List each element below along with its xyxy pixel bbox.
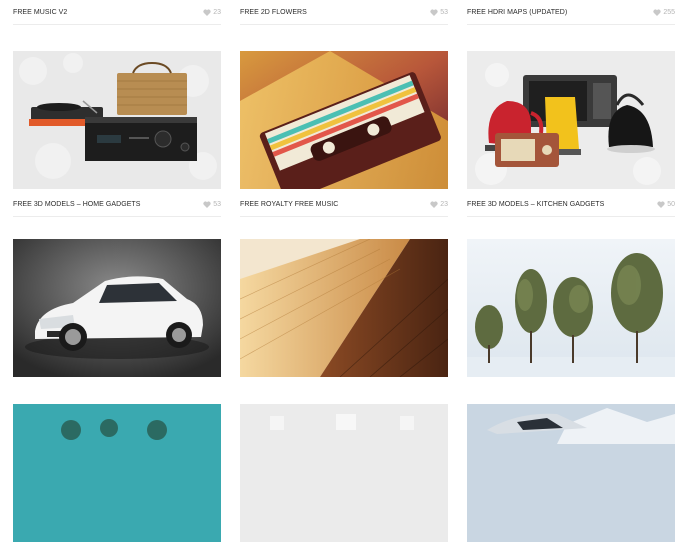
kitchen-gadgets-image[interactable] bbox=[467, 51, 675, 189]
divider bbox=[240, 216, 448, 217]
like-count: 23 bbox=[213, 8, 221, 16]
card-meta: FREE MUSIC V2 23 bbox=[13, 5, 221, 19]
card-meta: FREE 3D MODELS – HOME GADGETS 53 bbox=[13, 197, 221, 211]
like-button[interactable]: 50 bbox=[657, 201, 675, 208]
divider bbox=[13, 24, 221, 25]
card-meta: FREE HDRI MAPS (UPDATED) 255 bbox=[467, 5, 675, 19]
card-title[interactable]: FREE 2D FLOWERS bbox=[240, 9, 430, 16]
heart-icon bbox=[657, 201, 665, 208]
divider bbox=[13, 216, 221, 217]
card-title[interactable]: FREE HDRI MAPS (UPDATED) bbox=[467, 9, 653, 16]
like-button[interactable]: 23 bbox=[203, 9, 221, 16]
card-meta: FREE 2D FLOWERS 53 bbox=[240, 5, 448, 19]
trees-image[interactable] bbox=[467, 239, 675, 377]
card-meta: FREE ROYALTY FREE MUSIC 23 bbox=[240, 197, 448, 211]
card-title[interactable]: FREE 3D MODELS – HOME GADGETS bbox=[13, 201, 203, 208]
divider bbox=[467, 216, 675, 217]
heart-icon bbox=[430, 201, 438, 208]
like-button[interactable]: 53 bbox=[203, 201, 221, 208]
furniture-image[interactable] bbox=[240, 404, 448, 542]
car-image[interactable] bbox=[13, 239, 221, 377]
card-title[interactable]: FREE 3D MODELS – KITCHEN GADGETS bbox=[467, 201, 657, 208]
like-button[interactable]: 53 bbox=[430, 9, 448, 16]
heart-icon bbox=[203, 9, 211, 16]
heart-icon bbox=[203, 201, 211, 208]
card-meta: FREE 3D MODELS – KITCHEN GADGETS 50 bbox=[467, 197, 675, 211]
like-count: 23 bbox=[440, 200, 448, 208]
like-button[interactable]: 23 bbox=[430, 201, 448, 208]
divider bbox=[240, 24, 448, 25]
teal-image[interactable] bbox=[13, 404, 221, 542]
sports-car-image[interactable] bbox=[467, 404, 675, 542]
card-title[interactable]: FREE MUSIC V2 bbox=[13, 9, 203, 16]
heart-icon bbox=[430, 9, 438, 16]
like-button[interactable]: 255 bbox=[653, 9, 675, 16]
like-count: 50 bbox=[667, 200, 675, 208]
heart-icon bbox=[653, 9, 661, 16]
card-title[interactable]: FREE ROYALTY FREE MUSIC bbox=[240, 201, 430, 208]
home-gadgets-image[interactable] bbox=[13, 51, 221, 189]
cassette-tape-image[interactable] bbox=[240, 51, 448, 189]
like-count: 53 bbox=[213, 200, 221, 208]
like-count: 255 bbox=[663, 8, 675, 16]
wood-floor-image[interactable] bbox=[240, 239, 448, 377]
like-count: 53 bbox=[440, 8, 448, 16]
divider bbox=[467, 24, 675, 25]
